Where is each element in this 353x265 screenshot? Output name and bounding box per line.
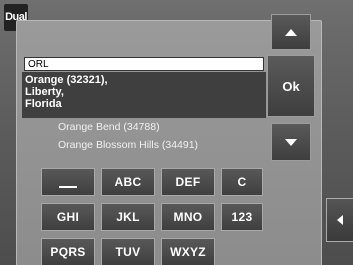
result-item[interactable]: Orange Blossom Hills (34491) (58, 138, 268, 153)
search-input[interactable]: ORL (24, 57, 264, 71)
selected-result[interactable]: Orange (32321), Liberty, Florida (22, 72, 266, 118)
scroll-down-button[interactable] (271, 123, 311, 161)
key-numbers[interactable]: 123 (221, 203, 263, 231)
ok-button[interactable]: Ok (267, 55, 315, 117)
key-def[interactable]: DEF (161, 168, 215, 196)
result-item[interactable]: Orange Bend (34788) (58, 120, 268, 135)
scroll-up-button[interactable] (271, 14, 311, 50)
key-abc[interactable]: ABC (101, 168, 155, 196)
selected-result-line: Florida (25, 98, 62, 110)
key-wxyz[interactable]: WXYZ (161, 238, 215, 265)
key-clear[interactable]: C (221, 168, 263, 196)
key-tuv[interactable]: TUV (101, 238, 155, 265)
underscore-icon (59, 186, 77, 188)
triangle-down-icon (285, 138, 297, 146)
triangle-up-icon (285, 28, 297, 36)
device-screen: Dual ORL Orange (32321), Liberty, Florid… (0, 0, 353, 265)
key-jkl[interactable]: JKL (101, 203, 155, 231)
key-mno[interactable]: MNO (161, 203, 215, 231)
selected-result-line: Liberty, (25, 86, 64, 98)
key-space[interactable] (41, 168, 95, 196)
key-ghi[interactable]: GHI (41, 203, 95, 231)
triangle-left-icon (337, 215, 343, 225)
side-tab-button[interactable] (326, 198, 353, 242)
selected-result-line: Orange (32321), (25, 74, 108, 86)
key-pqrs[interactable]: PQRS (41, 238, 95, 265)
